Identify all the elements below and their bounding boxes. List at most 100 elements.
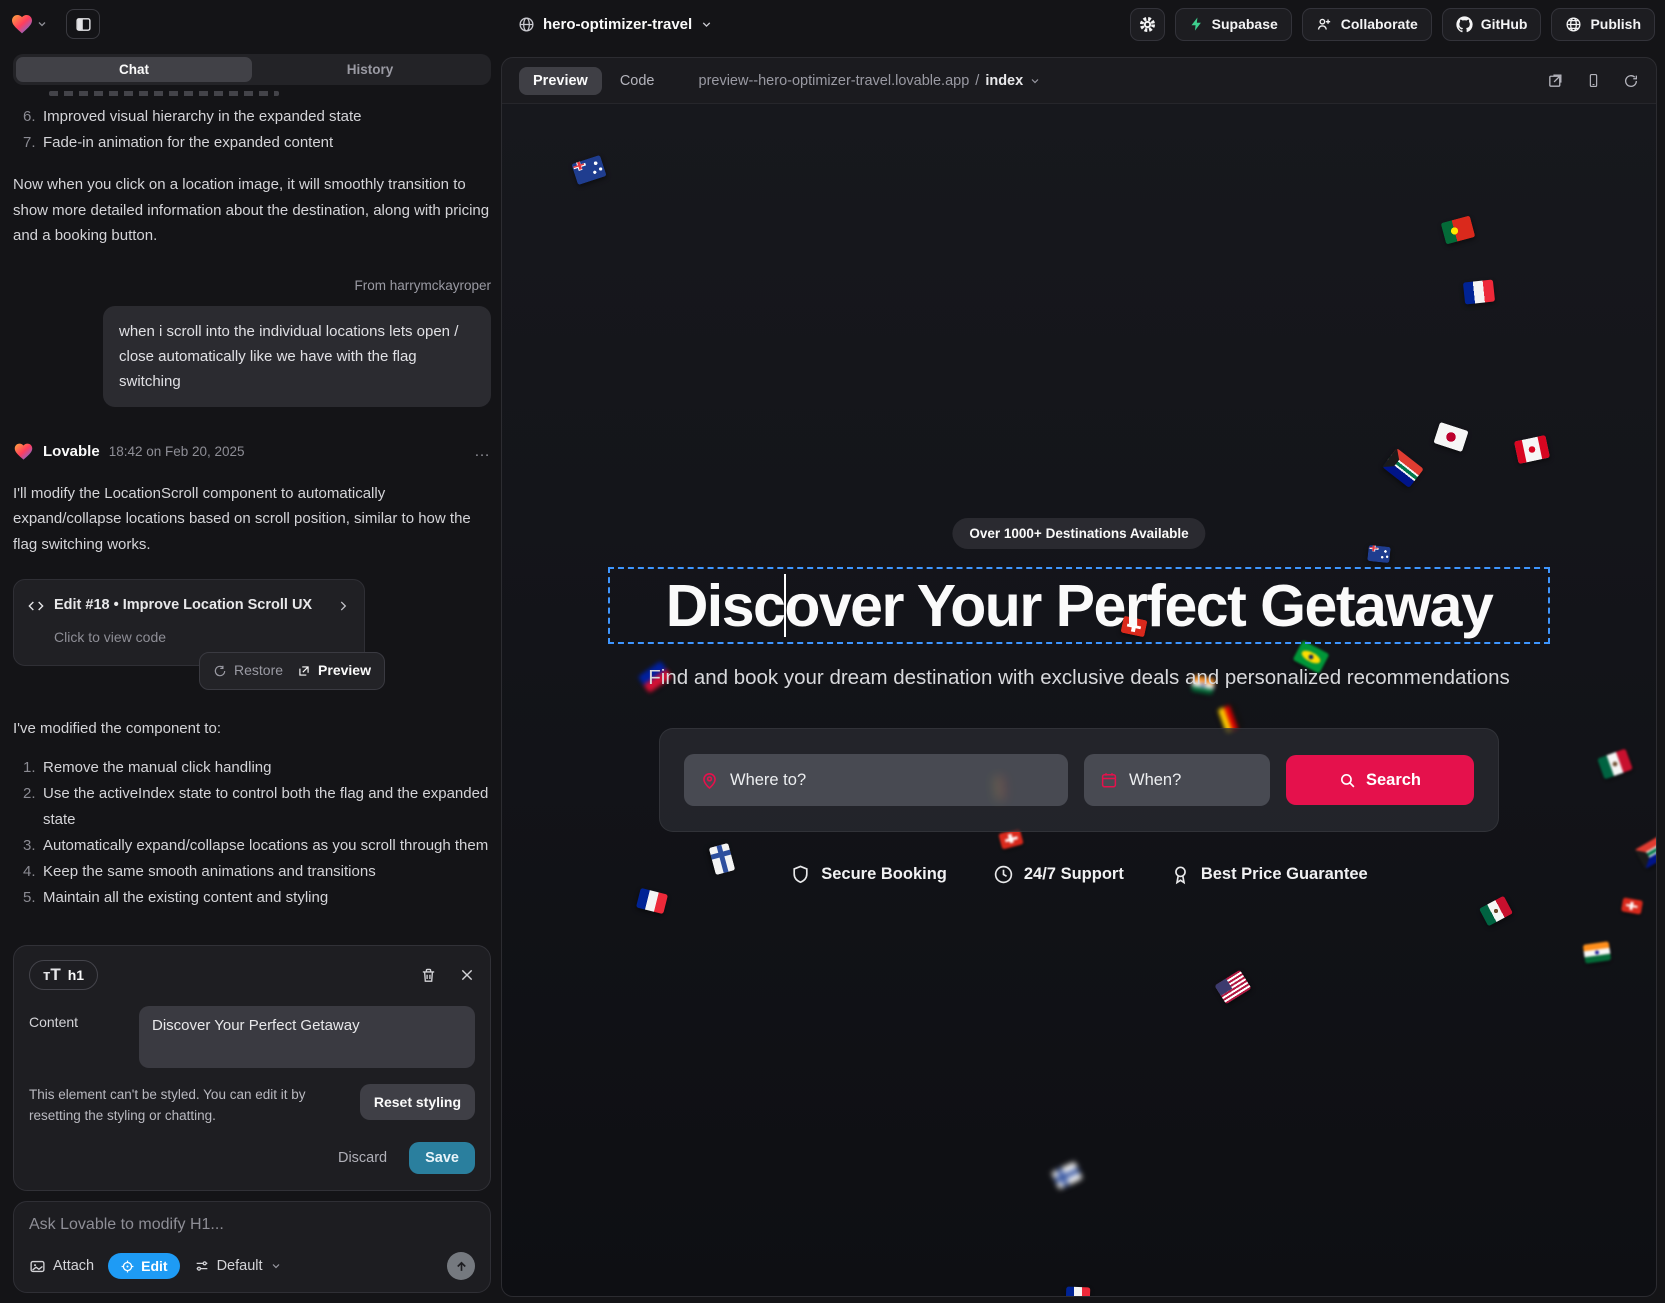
search-button[interactable]: Search [1286,755,1474,805]
flag-finland-icon [1051,1161,1083,1189]
delete-element-button[interactable] [420,967,437,984]
assistant-paragraph: Now when you click on a location image, … [13,172,491,249]
flag-mexico-icon [1597,749,1633,780]
discard-button[interactable]: Discard [338,1150,387,1166]
url-page: index [985,73,1023,89]
tab-code[interactable]: Code [620,73,655,89]
restore-preview-toolbar: Restore Preview [199,652,385,690]
flag-australia-icon [571,155,606,185]
message-menu-button[interactable]: … [474,439,491,465]
sidebar-toggle-button[interactable] [66,9,100,39]
message-author-label: From harrymckayroper [13,273,491,299]
close-editor-button[interactable] [459,967,475,984]
list-item: 3.Automatically expand/collapse location… [13,833,491,859]
tab-chat[interactable]: Chat [16,57,252,82]
chat-scroll-area[interactable]: 6. Improved visual hierarchy in the expa… [13,85,491,945]
edit-mode-button[interactable]: Edit [108,1253,179,1279]
calendar-icon [1100,771,1118,789]
assistant-name: Lovable [43,439,100,465]
hero-subtitle: Find and book your dream destination wit… [502,666,1656,690]
flag-japan-icon [1433,422,1468,452]
supabase-bolt-icon [1189,16,1204,32]
where-to-input[interactable]: Where to? [684,754,1068,806]
styling-note: This element can't be styled. You can ed… [29,1084,345,1126]
prompt-input[interactable] [29,1216,475,1234]
collaborate-button[interactable]: Collaborate [1302,8,1432,41]
lovable-heart-icon [10,12,34,36]
where-placeholder: Where to? [730,771,806,790]
assistant-paragraph: I've modified the component to: [13,716,491,742]
users-plus-icon [1316,16,1333,33]
chevron-down-icon [1029,75,1041,87]
preview-url[interactable]: preview--hero-optimizer-travel.lovable.a… [699,73,1042,89]
list-item: 4.Keep the same smooth animations and tr… [13,859,491,885]
chevron-right-icon [336,599,350,613]
url-domain: preview--hero-optimizer-travel.lovable.a… [699,73,970,89]
tab-history[interactable]: History [252,57,488,82]
hero-heading[interactable]: Discover Your Perfect Getaway [666,572,1493,640]
github-button[interactable]: GitHub [1442,8,1542,41]
default-mode-dropdown[interactable]: Default [194,1258,282,1274]
element-tag-chip[interactable]: ᴛT h1 [29,960,98,990]
globe-icon [518,16,535,33]
supabase-label: Supabase [1212,16,1278,32]
edit-card-subtitle: Click to view code [54,625,350,651]
chat-sidebar: Chat History 6. Improved visual hierarch… [0,48,501,1303]
reset-styling-button[interactable]: Reset styling [360,1084,475,1120]
clock-icon [993,864,1014,885]
h1-selection-outline[interactable]: Discover Your Perfect Getaway [608,567,1550,644]
prompt-composer: Attach Edit Defaul [13,1201,491,1293]
project-name: hero-optimizer-travel [543,16,692,33]
supabase-button[interactable]: Supabase [1175,8,1292,41]
tab-preview[interactable]: Preview [519,67,602,95]
feature-support: 24/7 Support [993,864,1124,885]
list-item: 5.Maintain all the existing content and … [13,885,491,911]
publish-button[interactable]: Publish [1551,8,1655,41]
content-textarea[interactable]: Discover Your Perfect Getaway [139,1006,475,1068]
shield-icon [790,864,811,885]
element-editor-panel: ᴛT h1 Content Discover Your Perfect [13,945,491,1191]
list-item: 6. Improved visual hierarchy in the expa… [13,104,491,130]
search-icon [1339,772,1356,789]
when-input[interactable]: When? [1084,754,1270,806]
attach-image-icon [29,1258,46,1275]
sidebar-tabbar: Chat History [13,54,491,85]
assistant-list-bottom: 1.Remove the manual click handling 2.Use… [13,755,491,911]
preview-viewport[interactable]: Over 1000+ Destinations Available Discov… [502,103,1656,1296]
preview-button[interactable]: Preview [297,658,371,684]
settings-button[interactable] [1130,8,1165,41]
github-label: GitHub [1481,16,1528,32]
globe-icon [1565,16,1582,33]
project-switcher[interactable]: hero-optimizer-travel [518,16,713,33]
destinations-badge: Over 1000+ Destinations Available [952,518,1205,549]
feature-price-guarantee: Best Price Guarantee [1170,864,1368,885]
feature-row: Secure Booking 24/7 Support [502,864,1656,885]
list-item: 2.Use the activeIndex state to control b… [13,781,491,833]
flag-india-icon [1583,941,1611,963]
restore-icon [213,664,227,678]
restore-button[interactable]: Restore [213,658,283,684]
award-icon [1170,864,1191,885]
sliders-icon [194,1258,210,1274]
open-in-new-window-button[interactable] [1547,72,1564,89]
text-caret [784,574,786,637]
flag-usa-icon [1214,970,1251,1005]
collaborate-label: Collaborate [1341,16,1418,32]
chevron-down-icon [36,18,48,30]
attach-button[interactable]: Attach [29,1258,94,1275]
message-timestamp: 18:42 on Feb 20, 2025 [109,439,245,465]
when-placeholder: When? [1129,771,1181,790]
clipped-text-line [49,91,279,96]
chevron-down-icon [270,1260,282,1272]
flag-switzerland-icon [1621,897,1643,914]
send-button[interactable] [447,1252,475,1280]
lovable-logo-menu[interactable] [10,12,48,36]
user-message-bubble: when i scroll into the individual locati… [103,306,491,407]
refresh-button[interactable] [1623,73,1639,89]
github-icon [1456,16,1473,33]
save-button[interactable]: Save [409,1142,475,1174]
preview-toolbar: Preview Code preview--hero-optimizer-tra… [502,58,1656,103]
mobile-view-button[interactable] [1586,72,1601,89]
target-icon [120,1259,135,1274]
edit-card-title: Edit #18 • Improve Location Scroll UX [54,593,312,619]
